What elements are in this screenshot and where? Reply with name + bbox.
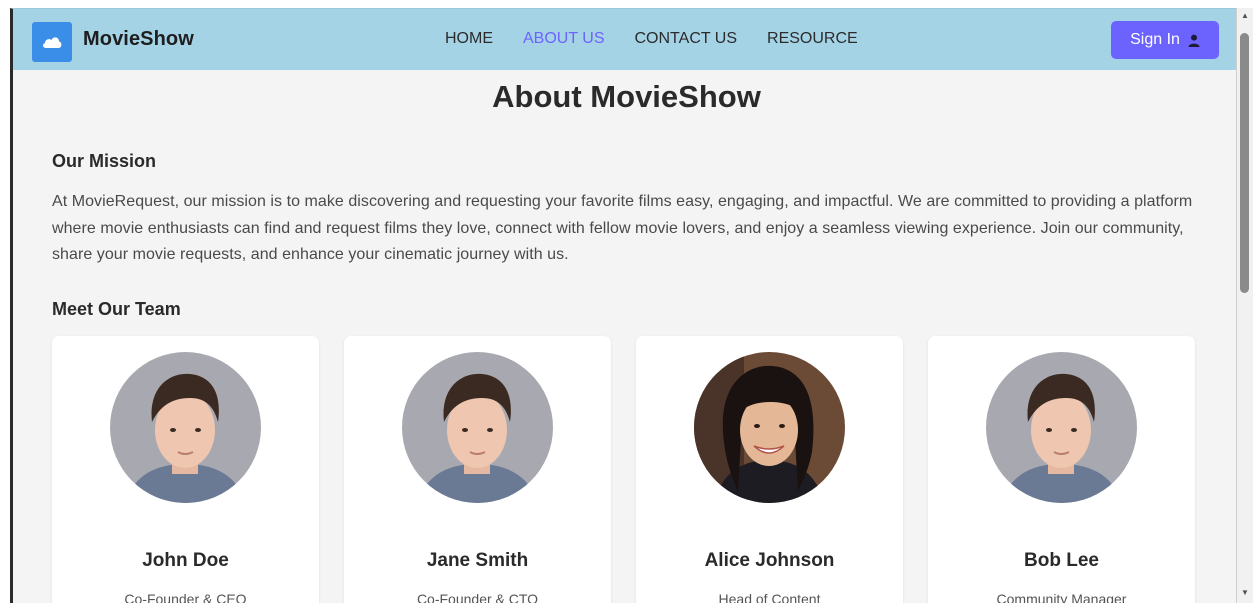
- nav-link-contact-us[interactable]: CONTACT US: [635, 30, 738, 48]
- user-icon: [1188, 34, 1200, 47]
- avatar: [110, 352, 261, 503]
- avatar: [694, 352, 845, 503]
- team-list: John Doe Co-Founder & CEO Jane Smith Co-…: [52, 336, 1195, 603]
- scrollbar-thumb[interactable]: [1240, 33, 1249, 293]
- member-name: Bob Lee: [1024, 550, 1099, 571]
- cloud-icon: [43, 37, 62, 48]
- avatar: [986, 352, 1137, 503]
- team-heading: Meet Our Team: [52, 299, 181, 319]
- sign-in-label: Sign In: [1130, 31, 1180, 48]
- scroll-down-icon[interactable]: ▼: [1241, 589, 1249, 597]
- page-title: About MovieShow: [492, 79, 761, 114]
- nav-link-resource[interactable]: RESOURCE: [767, 30, 858, 48]
- nav-link-about-us[interactable]: ABOUT US: [523, 30, 605, 48]
- brand-name[interactable]: MovieShow: [83, 28, 194, 51]
- member-name: Alice Johnson: [704, 550, 835, 571]
- nav-links: HOME ABOUT US CONTACT US RESOURCE: [445, 30, 888, 48]
- browser-window: MovieShow HOME ABOUT US CONTACT US RESOU…: [10, 8, 1237, 603]
- mission-heading: Our Mission: [52, 151, 157, 171]
- logo[interactable]: [32, 22, 72, 62]
- member-role: Co-Founder & CTO: [416, 591, 539, 603]
- team-card: Bob Lee Community Manager: [928, 336, 1195, 603]
- member-name: John Doe: [142, 550, 229, 571]
- vertical-scrollbar[interactable]: ▲ ▼: [1237, 8, 1253, 603]
- member-role: Community Manager: [996, 591, 1127, 603]
- avatar: [402, 352, 553, 503]
- member-name: Jane Smith: [426, 550, 529, 571]
- nav-link-home[interactable]: HOME: [445, 30, 493, 48]
- mission-text: At MovieRequest, our mission is to make …: [52, 193, 1193, 263]
- team-card: Jane Smith Co-Founder & CTO: [344, 336, 611, 603]
- member-role: Co-Founder & CEO: [124, 591, 247, 603]
- scroll-up-icon[interactable]: ▲: [1241, 12, 1249, 20]
- sign-in-button[interactable]: Sign In: [1111, 21, 1219, 59]
- team-card: Alice Johnson Head of Content: [636, 336, 903, 603]
- navbar: MovieShow HOME ABOUT US CONTACT US RESOU…: [13, 9, 1236, 70]
- member-role: Head of Content: [718, 591, 821, 603]
- team-card: John Doe Co-Founder & CEO: [52, 336, 319, 603]
